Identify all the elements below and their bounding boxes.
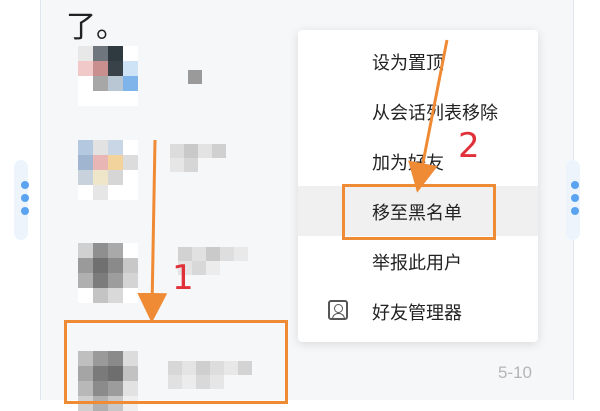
step-number-2: 2: [458, 126, 480, 166]
tutorial-arrows: [137, 39, 449, 323]
arrow-step-1-icon: [137, 139, 168, 323]
step-number-1: 1: [172, 258, 194, 298]
arrow-step-2-icon: [408, 39, 449, 193]
